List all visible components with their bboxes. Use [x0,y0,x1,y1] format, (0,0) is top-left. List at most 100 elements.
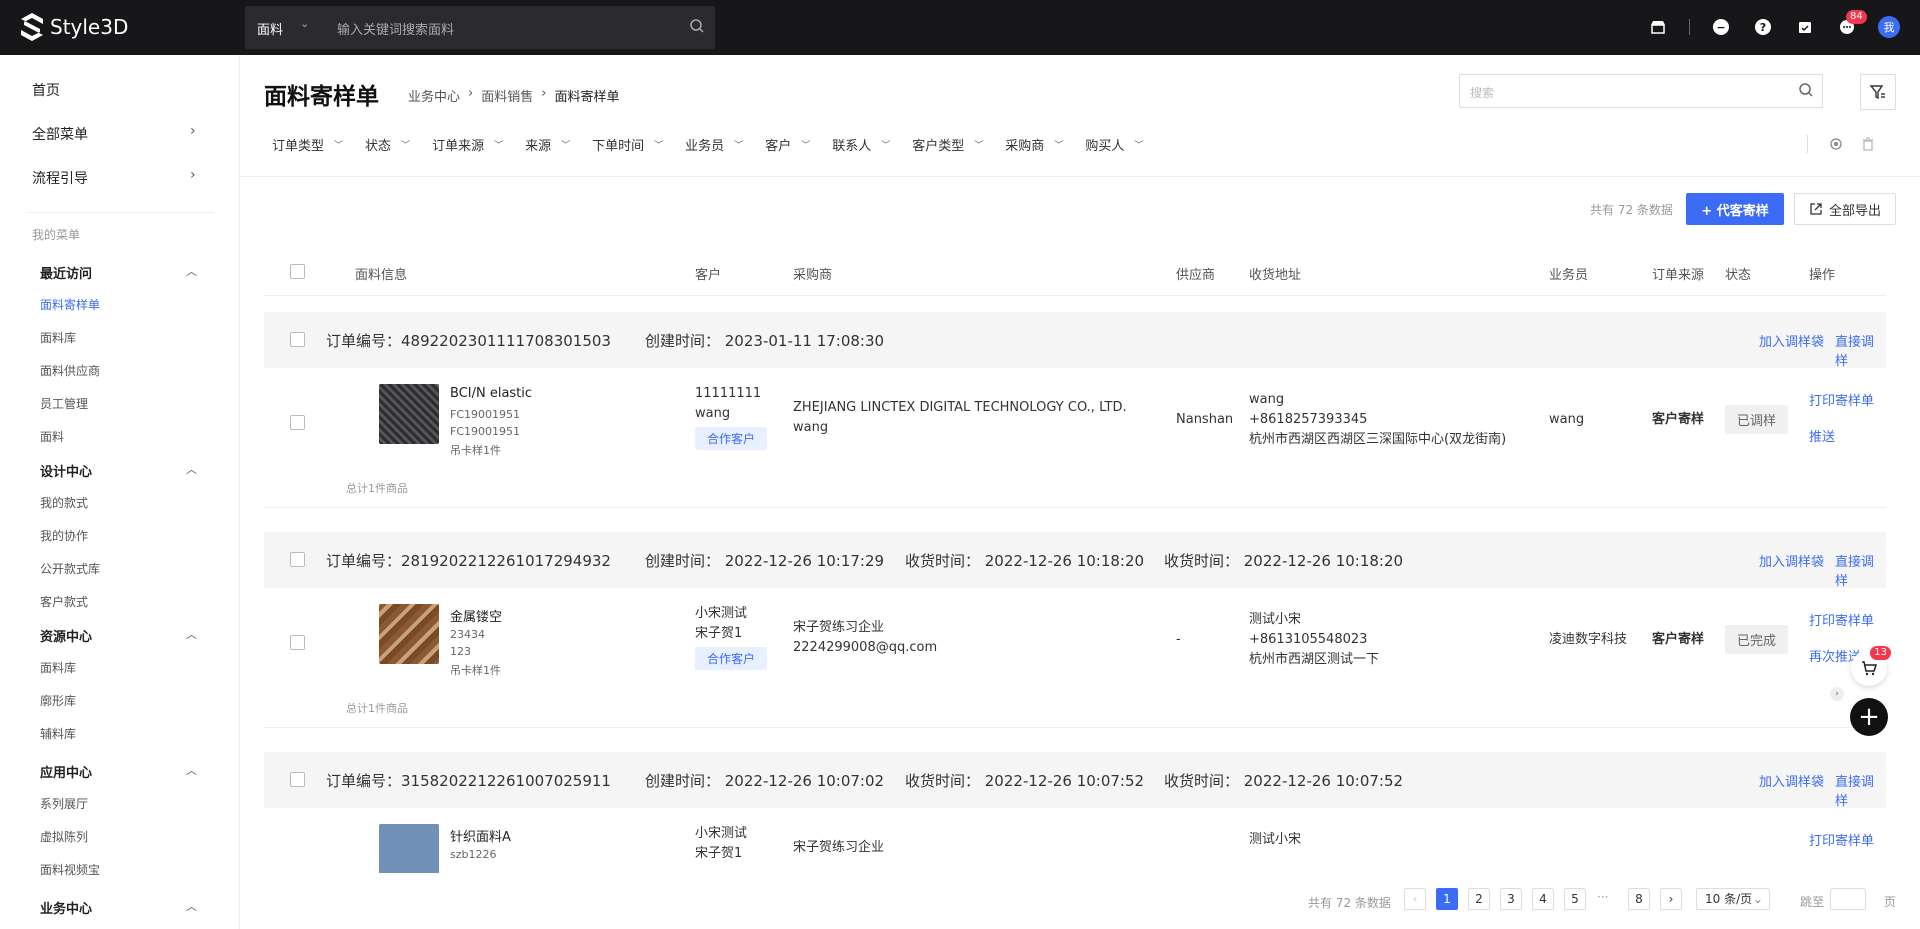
sidebar-item-all-menu[interactable]: 全部菜单 [32,124,88,144]
breadcrumb-item[interactable]: 面料销售 [481,86,533,105]
chevron-right-icon[interactable]: › [190,123,196,139]
user-avatar[interactable]: 我 [1878,16,1900,38]
chevron-up-icon[interactable]: ︿ [186,263,197,279]
filter-order-time[interactable]: 下单时间 ﹀ [592,135,663,154]
sidebar-item-fabric-sample-order[interactable]: 面料寄样单 [40,296,100,313]
goto-page-input[interactable] [1830,888,1866,910]
chevron-up-icon[interactable]: ︿ [186,626,197,642]
order-checkbox[interactable] [290,772,305,787]
filter-salesperson[interactable]: 业务员 ﹀ [685,135,743,154]
collapse-arrow-icon[interactable]: › [1830,687,1844,701]
filter-customer-type[interactable]: 客户类型 ﹀ [912,135,983,154]
order-checkbox[interactable] [290,552,305,567]
task-icon[interactable] [1794,16,1816,38]
sidebar-item-guide[interactable]: 流程引导 [32,168,88,188]
sidebar-item-my-styles[interactable]: 我的款式 [40,494,88,511]
sidebar-item-staff[interactable]: 员工管理 [40,395,88,412]
product-name[interactable]: BCI/N elastic [450,386,532,401]
order-received-time: 收货时间： 2022-12-26 10:07:52 [1164,772,1404,790]
advanced-filter-button[interactable] [1860,74,1896,110]
sidebar-item-my-collab[interactable]: 我的协作 [40,527,88,544]
search-category[interactable]: 面料 [257,19,283,38]
page-button[interactable]: 8 [1628,888,1650,910]
sidebar-item-fabric-supplier[interactable]: 面料供应商 [40,362,100,379]
chevron-right-icon[interactable]: › [190,167,196,183]
direct-sample-link[interactable]: 直接调样 [1835,331,1886,369]
order-created-time: 创建时间： 2023-01-11 17:08:30 [645,332,885,350]
product-name[interactable]: 金属镂空 [450,606,502,625]
row-checkbox[interactable] [290,415,305,430]
floating-add-button[interactable]: + [1850,698,1888,736]
sidebar-item-fabric-lib[interactable]: 面料库 [40,659,76,676]
sample-cart-button[interactable]: 13 [1851,646,1891,686]
direct-sample-link[interactable]: 直接调样 [1835,771,1886,809]
sidebar-item-public-styles[interactable]: 公开款式库 [40,560,100,577]
sidebar-item-fabric-library[interactable]: 面料库 [40,329,76,346]
filter-tools [1807,135,1892,153]
chevron-up-icon[interactable]: ︿ [186,461,197,477]
filter-contact[interactable]: 联系人 ﹀ [832,135,890,154]
sidebar-group-design[interactable]: 设计中心 [40,461,92,480]
filter-order-source[interactable]: 订单来源 ﹀ [432,135,503,154]
add-to-sample-bag-link[interactable]: 加入调样袋 [1759,331,1824,350]
page-size-select[interactable]: 10 条/页 ⌄ [1696,888,1770,910]
select-all-checkbox[interactable] [290,264,305,279]
row-checkbox[interactable] [290,635,305,650]
product-thumbnail[interactable] [379,824,439,873]
sidebar-group-app[interactable]: 应用中心 [40,762,92,781]
search-icon[interactable] [1798,82,1814,98]
chevron-down-icon[interactable]: ⌄ [300,17,309,30]
next-page-button[interactable]: › [1660,888,1682,910]
filter-order-type[interactable]: 订单类型 ﹀ [272,135,343,154]
filter-status[interactable]: 状态 ﹀ [365,135,410,154]
direct-sample-link[interactable]: 直接调样 [1835,551,1886,589]
print-sample-link[interactable]: 打印寄样单 [1809,830,1874,849]
sidebar-item-customer-styles[interactable]: 客户款式 [40,593,88,610]
column-header: 客户 [695,268,722,283]
filter-customer[interactable]: 客户 ﹀ [765,135,810,154]
search-input[interactable]: 输入关键词搜索面料 [337,19,454,38]
store-icon[interactable] [1647,16,1669,38]
sidebar-group-recent[interactable]: 最近访问 [40,263,92,282]
push-link[interactable]: 推送 [1809,426,1835,445]
breadcrumb-item[interactable]: 业务中心 [408,86,460,105]
print-sample-link[interactable]: 打印寄样单 [1809,390,1874,409]
minus-circle-icon[interactable]: − [1710,16,1732,38]
product-thumbnail[interactable] [379,384,439,444]
page-search-input[interactable]: 搜索 [1470,84,1494,101]
page-search[interactable]: 搜索 [1459,74,1823,108]
message-icon[interactable]: 84 [1836,10,1867,38]
order-source: 客户寄样 [1652,632,1705,647]
filter-label: 下单时间 [592,139,645,154]
add-sample-button[interactable]: + 代客寄样 [1686,193,1784,225]
add-to-sample-bag-link[interactable]: 加入调样袋 [1759,551,1824,570]
search-icon[interactable] [689,18,705,34]
sidebar-group-resource[interactable]: 资源中心 [40,626,92,645]
trash-icon[interactable] [1860,136,1876,152]
chevron-up-icon[interactable]: ︿ [186,762,197,778]
order-checkbox[interactable] [290,332,305,347]
filter-purchaser[interactable]: 购买人 ﹀ [1085,135,1143,154]
eye-icon[interactable] [1828,136,1844,152]
sidebar-item-silhouette-lib[interactable]: 廓形库 [40,692,76,709]
help-icon[interactable]: ? [1752,16,1774,38]
customer-tag: 合作客户 [695,647,768,670]
filter-buyer[interactable]: 采购商 ﹀ [1005,135,1063,154]
export-all-button[interactable]: 全部导出 [1794,193,1896,225]
filter-source[interactable]: 来源 ﹀ [525,135,570,154]
global-search[interactable]: 面料 ⌄ 输入关键词搜索面料 [245,6,715,49]
product-name[interactable]: 针织面料A [450,826,511,845]
sidebar-item-trims-lib[interactable]: 辅料库 [40,725,76,742]
page-title: 面料寄样单 [264,84,379,110]
sidebar-item-fabric[interactable]: 面料 [40,428,64,445]
sidebar-item-virtual-display[interactable]: 虚拟陈列 [40,828,88,845]
product-code: 23434 [450,628,485,641]
add-to-sample-bag-link[interactable]: 加入调样袋 [1759,771,1824,790]
print-sample-link[interactable]: 打印寄样单 [1809,610,1874,629]
filter-icon [1869,85,1885,100]
sidebar-item-showroom[interactable]: 系列展厅 [40,795,88,812]
customer-contact: 宋子贺1 [695,846,743,861]
brand-logo[interactable]: Style3D [20,12,128,42]
product-thumbnail[interactable] [379,604,439,664]
sidebar-item-home[interactable]: 首页 [32,80,60,100]
